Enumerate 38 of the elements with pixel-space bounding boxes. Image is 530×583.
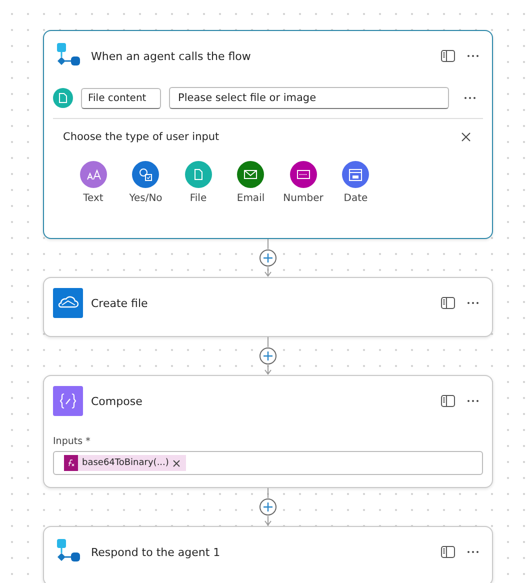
step-title: Respond to the agent 1 [91,546,222,558]
function-icon [64,455,78,471]
file-icon [53,88,73,108]
inputs-field[interactable]: base64ToBinary(...) [53,451,483,475]
panel-icon[interactable] [441,395,455,407]
flow-card[interactable]: When an agent calls the flow File content Please select file or image Choose the type of user input Text Yes/No File Email Number Date [43,30,493,239]
panel-icon[interactable] [441,297,455,309]
step-title: Compose [91,394,144,408]
more-icon[interactable] [467,550,479,554]
add-step-button[interactable] [260,498,276,516]
chooser-title: Choose the type of user input [63,131,220,143]
field-label: Inputs * [53,436,92,447]
more-icon[interactable] [467,54,479,58]
input-type-button[interactable]: Yes/No [120,161,172,204]
step-title: When an agent calls the flow [91,50,252,62]
add-step-button[interactable] [260,348,276,364]
input-type-button[interactable]: Date [330,161,382,204]
close-icon[interactable] [461,132,471,142]
remove-icon[interactable] [172,460,180,466]
parameter-name-field[interactable]: File content [81,88,161,108]
expression-token[interactable]: base64ToBinary(...) [64,455,186,471]
panel-icon[interactable] [441,50,455,62]
input-type-button[interactable]: Email [224,161,277,204]
more-icon[interactable] [467,301,479,305]
cloud-icon [53,288,83,318]
input-type-button[interactable]: Text [67,161,120,204]
parameter-description-field[interactable]: Please select file or image [169,87,449,109]
more-icon[interactable] [464,96,476,100]
panel-icon[interactable] [441,546,455,558]
braces-icon [53,386,83,416]
step-title: Create file [91,296,149,310]
add-step-button[interactable] [260,250,276,266]
more-icon[interactable] [467,399,479,403]
flow-card[interactable]: Respond to the agent 1 [43,526,493,583]
input-type-button[interactable]: Number [277,161,330,204]
flow-card[interactable]: Create file [43,277,493,337]
input-type-button[interactable]: File [172,161,224,204]
flow-card[interactable]: Compose Inputs * base64ToBinary(...) [43,375,493,488]
